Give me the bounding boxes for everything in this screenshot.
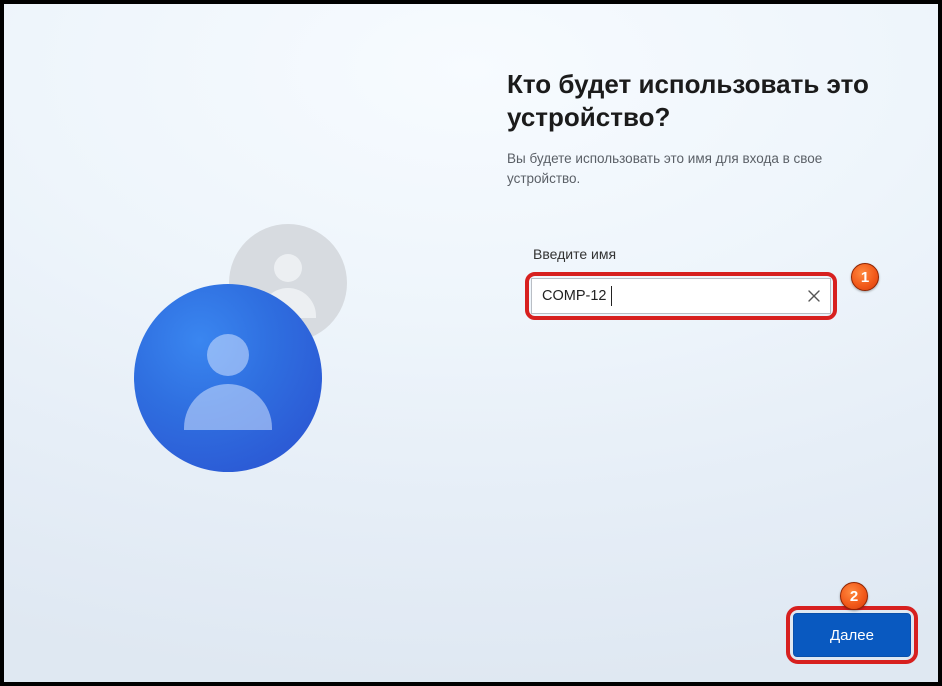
text-caret xyxy=(611,286,612,306)
next-button[interactable]: Далее xyxy=(793,613,911,657)
annotation-badge-2: 2 xyxy=(840,582,868,610)
name-field-label: Введите имя xyxy=(533,246,887,262)
clear-input-button[interactable] xyxy=(803,285,825,307)
next-button-highlight: Далее xyxy=(786,606,918,664)
annotation-badge-1: 1 xyxy=(851,263,879,291)
page-title: Кто будет использовать это устройство? xyxy=(507,68,887,133)
user-illustration xyxy=(134,224,394,484)
name-input-highlight xyxy=(525,272,837,320)
page-subtitle: Вы будете использовать это имя для входа… xyxy=(507,149,887,188)
avatar-primary xyxy=(134,284,322,472)
name-input[interactable] xyxy=(531,278,831,314)
setup-form: Кто будет использовать это устройство? В… xyxy=(507,68,887,320)
close-icon xyxy=(808,290,820,302)
